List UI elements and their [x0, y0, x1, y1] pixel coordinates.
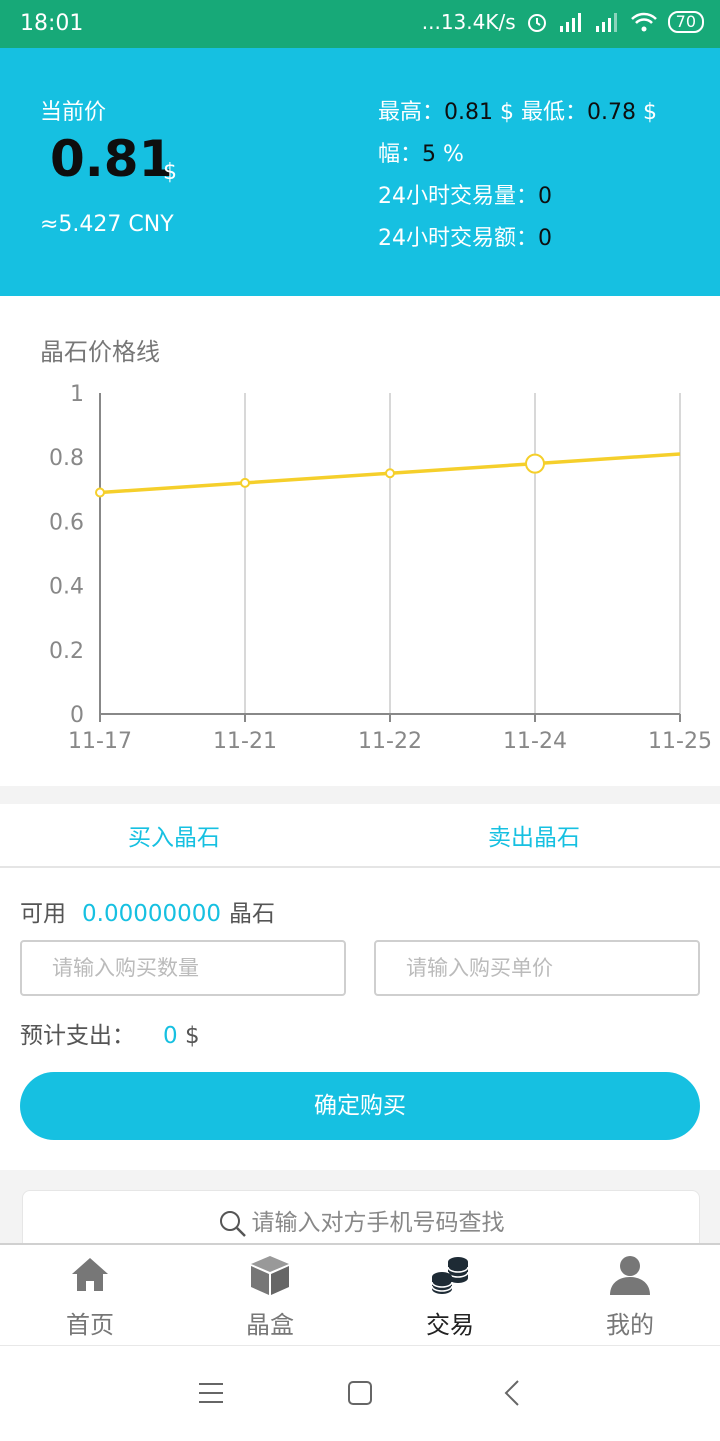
- available-balance: 可用 0.00000000 晶石: [20, 894, 275, 928]
- home-icon: [72, 1258, 108, 1291]
- tab-trade[interactable]: 交易: [360, 1253, 540, 1340]
- estimated-value: 0: [163, 1023, 178, 1049]
- low-label: 最低：: [521, 100, 588, 125]
- x-tick-label-3: 11-24: [503, 729, 567, 754]
- signal-icon-2: [595, 13, 617, 32]
- volume-stat: 24小时交易量：0: [378, 178, 552, 210]
- coins-icon: [431, 1257, 469, 1294]
- box-icon: [251, 1256, 289, 1295]
- y-tick-label-0: 0: [70, 703, 84, 728]
- estimated-cost: 预计支出： 0 $: [20, 1016, 200, 1050]
- section-divider: [0, 786, 720, 804]
- price-line-chart: 0 0.2 0.4 0.6 0.8 1 11-17 11-21 11-22 11-24 11-25: [49, 382, 712, 754]
- high-label: 最高：: [378, 100, 445, 125]
- status-time: 18:01: [20, 11, 84, 36]
- network-speed: ...13.4K/s: [421, 10, 516, 34]
- tab-trade-label: 交易: [426, 1311, 474, 1339]
- available-label: 可用: [20, 901, 66, 927]
- back-icon[interactable]: [503, 1379, 521, 1407]
- x-tick-label-4: 11-25: [648, 729, 712, 754]
- y-tick-label-5: 1: [70, 382, 84, 407]
- wifi-icon: [630, 12, 657, 32]
- bottom-tab-bar: 首页 晶盒 交易 我的: [0, 1243, 720, 1345]
- user-icon: [610, 1256, 650, 1295]
- search-icon: [219, 1210, 246, 1237]
- tab-home-label: 首页: [66, 1311, 114, 1339]
- y-tick-label-3: 0.6: [49, 510, 84, 535]
- estimated-label: 预计支出：: [20, 1023, 135, 1049]
- price-header: 当前价 0.81 $ ≈5.427 CNY 最高：0.81 $ 最低：0.78 …: [0, 48, 720, 296]
- trade-tabs: 买入晶石 卖出晶石: [0, 804, 720, 868]
- turnover-label: 24小时交易额：: [378, 226, 538, 251]
- battery-indicator: 70: [667, 11, 704, 33]
- x-tick-label-2: 11-22: [358, 729, 422, 754]
- available-unit: 晶石: [229, 901, 276, 927]
- data-point-2: [385, 468, 395, 479]
- tab-mine-label: 我的: [606, 1311, 654, 1339]
- tab-buy[interactable]: 买入晶石: [128, 818, 220, 852]
- volume-value: 0: [538, 184, 552, 209]
- range-label: 幅：: [378, 142, 423, 167]
- tab-mine[interactable]: 我的: [540, 1253, 720, 1340]
- signal-icon: [559, 13, 581, 32]
- tab-crystal-box[interactable]: 晶盒: [180, 1253, 360, 1340]
- range-stat: 幅：5 %: [378, 136, 464, 168]
- turnover-value: 0: [538, 226, 552, 251]
- tab-crystal-box-label: 晶盒: [246, 1311, 294, 1339]
- y-tick-label-1: 0.2: [49, 639, 84, 664]
- search-placeholder: 请输入对方手机号码查找: [251, 1210, 505, 1236]
- available-value: 0.00000000: [82, 901, 222, 927]
- turnover-stat: 24小时交易额：0: [378, 220, 552, 252]
- home-nav-icon[interactable]: [347, 1380, 373, 1406]
- estimated-unit: $: [184, 1023, 200, 1049]
- y-tick-label-2: 0.4: [49, 575, 84, 600]
- confirm-buy-button[interactable]: 确定购买: [20, 1072, 700, 1140]
- data-point-0: [95, 487, 105, 498]
- tab-home[interactable]: 首页: [0, 1253, 180, 1340]
- current-price-label: 当前价: [40, 100, 107, 125]
- range-value: 5: [422, 142, 437, 167]
- quantity-input[interactable]: 请输入购买数量: [20, 940, 346, 996]
- price-unit: $: [163, 160, 177, 185]
- data-point-1: [240, 477, 250, 488]
- volume-label: 24小时交易量：: [378, 184, 538, 209]
- high-value: 0.81: [444, 100, 493, 125]
- range-unit: %: [443, 142, 464, 167]
- current-price: 0.81: [50, 130, 174, 188]
- system-nav-bar: [0, 1345, 720, 1441]
- x-tick-label-1: 11-21: [213, 729, 277, 754]
- low-value: 0.78: [587, 100, 636, 125]
- high-low-stat: 最高：0.81 $ 最低：0.78 $: [378, 94, 657, 126]
- data-point-3: [525, 453, 545, 474]
- y-tick-label-4: 0.8: [49, 446, 84, 471]
- unit-price-input[interactable]: 请输入购买单价: [374, 940, 700, 996]
- x-tick-label-0: 11-17: [68, 729, 132, 754]
- menu-icon[interactable]: [198, 1382, 224, 1404]
- price-chart-section: 晶石价格线 0 0.2 0.4 0.6 0.8 1 11-17 11-21 11-22 11-24…: [0, 296, 720, 786]
- high-unit: $: [500, 100, 514, 125]
- status-icons: ...13.4K/s 70: [422, 10, 704, 34]
- alarm-icon: [527, 14, 546, 32]
- cny-equivalent: ≈5.427 CNY: [40, 212, 174, 237]
- status-bar: 18:01 ...13.4K/s 70: [0, 0, 720, 48]
- tab-sell[interactable]: 卖出晶石: [488, 818, 580, 852]
- low-unit: $: [643, 100, 657, 125]
